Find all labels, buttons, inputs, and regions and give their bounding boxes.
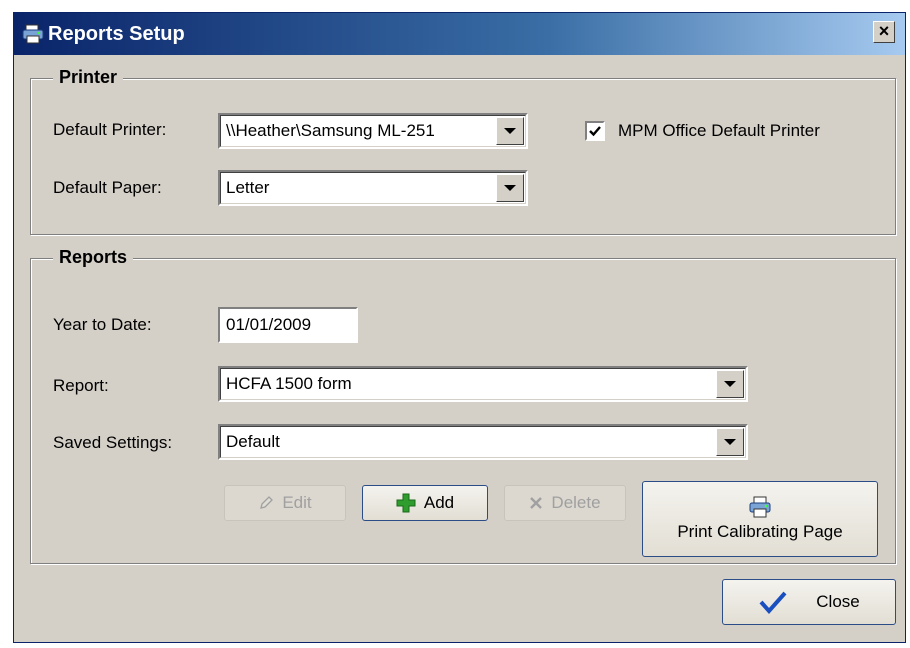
office-default-checkbox[interactable]: [585, 121, 605, 141]
edit-button-label: Edit: [282, 493, 312, 512]
default-printer-label: Default Printer:: [53, 120, 167, 139]
report-value: HCFA 1500 form: [226, 374, 352, 393]
window-close-button[interactable]: ×: [873, 21, 895, 43]
close-button-label: Close: [816, 592, 860, 611]
window-title: Reports Setup: [48, 22, 185, 45]
default-paper-dropdown-button[interactable]: [496, 174, 524, 202]
close-button[interactable]: Close: [722, 579, 896, 625]
saved-settings-dropdown-button[interactable]: [716, 428, 744, 456]
chevron-down-icon: [504, 128, 516, 134]
chevron-down-icon: [724, 439, 736, 445]
default-paper-combo[interactable]: Letter: [218, 170, 528, 206]
delete-button-label: Delete: [551, 493, 601, 512]
default-printer-combo[interactable]: \\Heather\Samsung ML-251: [218, 113, 528, 149]
plus-icon: [396, 493, 416, 513]
add-button-label: Add: [423, 493, 455, 512]
checkmark-icon: [589, 126, 601, 137]
print-calibrating-button[interactable]: Print Calibrating Page: [642, 481, 878, 557]
report-combo[interactable]: HCFA 1500 form: [218, 366, 748, 402]
chevron-down-icon: [724, 381, 736, 387]
saved-settings-value: Default: [226, 432, 280, 451]
ytd-input[interactable]: 01/01/2009: [218, 307, 358, 343]
delete-button[interactable]: Delete: [504, 485, 626, 521]
pencil-icon: [258, 495, 274, 511]
printer-group: Printer Default Printer: \\Heather\Samsu…: [30, 67, 896, 235]
default-paper-label: Default Paper:: [53, 178, 162, 197]
title-bar[interactable]: Reports Setup ×: [14, 13, 905, 55]
saved-settings-combo[interactable]: Default: [218, 424, 748, 460]
report-label: Report:: [53, 376, 109, 395]
reports-group-legend: Reports: [53, 247, 134, 268]
close-icon: ×: [878, 21, 890, 41]
office-default-label[interactable]: MPM Office Default Printer: [618, 121, 820, 141]
reports-setup-window: Reports Setup × Printer Default Printer:…: [13, 12, 906, 643]
saved-settings-label: Saved Settings:: [53, 433, 173, 452]
x-icon: [529, 496, 543, 510]
ytd-value: 01/01/2009: [226, 315, 312, 334]
printer-icon: [22, 23, 44, 45]
checkmark-icon: [758, 590, 788, 614]
reports-group: Reports Year to Date: 01/01/2009 Report:…: [30, 247, 896, 564]
chevron-down-icon: [504, 185, 516, 191]
default-printer-dropdown-button[interactable]: [496, 117, 524, 145]
edit-button[interactable]: Edit: [224, 485, 346, 521]
ytd-label: Year to Date:: [53, 315, 152, 334]
add-button[interactable]: Add: [362, 485, 488, 521]
printer-group-legend: Printer: [53, 67, 124, 88]
report-dropdown-button[interactable]: [716, 370, 744, 398]
printer-icon: [748, 496, 772, 518]
print-calibrating-label: Print Calibrating Page: [677, 522, 843, 541]
default-printer-value: \\Heather\Samsung ML-251: [226, 121, 435, 140]
default-paper-value: Letter: [226, 178, 270, 197]
